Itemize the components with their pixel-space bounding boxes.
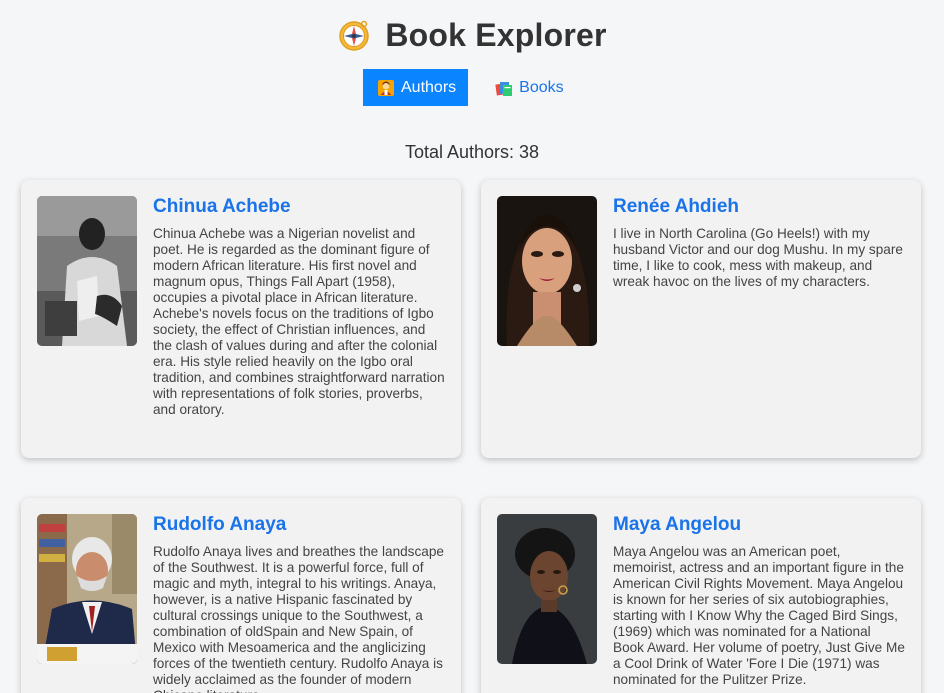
authors-icon <box>378 79 394 96</box>
author-card-body: Chinua Achebe Chinua Achebe was a Nigeri… <box>153 196 445 442</box>
tab-bar: Authors Books <box>363 69 576 106</box>
compass-icon <box>339 20 370 51</box>
author-card-body: Rudolfo Anaya Rudolfo Anaya lives and br… <box>153 514 445 693</box>
author-bio: Maya Angelou was an American poet, memoi… <box>613 544 905 687</box>
page-header: Book Explorer <box>0 14 944 56</box>
author-photo <box>37 196 137 346</box>
tab-authors[interactable]: Authors <box>363 69 469 106</box>
author-name-link[interactable]: Chinua Achebe <box>153 196 445 218</box>
author-photo <box>497 514 597 664</box>
total-authors-count: Total Authors: 38 <box>404 142 540 162</box>
books-icon <box>495 81 513 96</box>
author-card: Chinua Achebe Chinua Achebe was a Nigeri… <box>21 180 461 458</box>
author-photo <box>497 196 597 346</box>
author-card: Renée Ahdieh I live in North Carolina (G… <box>481 180 921 458</box>
author-bio: Chinua Achebe was a Nigerian novelist an… <box>153 226 445 417</box>
tab-books-label: Books <box>519 78 564 96</box>
tab-authors-label: Authors <box>401 78 457 96</box>
author-card-body: Renée Ahdieh I live in North Carolina (G… <box>613 196 905 442</box>
tab-books[interactable]: Books <box>481 69 575 106</box>
author-card-body: Maya Angelou Maya Angelou was an America… <box>613 514 905 693</box>
author-name-link[interactable]: Renée Ahdieh <box>613 196 905 218</box>
author-bio: Rudolfo Anaya lives and breathes the lan… <box>153 544 444 693</box>
author-name-link[interactable]: Rudolfo Anaya <box>153 514 445 536</box>
author-bio: I live in North Carolina (Go Heels!) wit… <box>613 226 903 289</box>
author-card: Rudolfo Anaya Rudolfo Anaya lives and br… <box>21 498 461 693</box>
author-name-link[interactable]: Maya Angelou <box>613 514 905 536</box>
author-card: Maya Angelou Maya Angelou was an America… <box>481 498 921 693</box>
book-explorer-app: Book Explorer Authors Books Total Author… <box>0 0 944 693</box>
author-photo <box>37 514 137 664</box>
page-title: Book Explorer <box>385 16 607 53</box>
